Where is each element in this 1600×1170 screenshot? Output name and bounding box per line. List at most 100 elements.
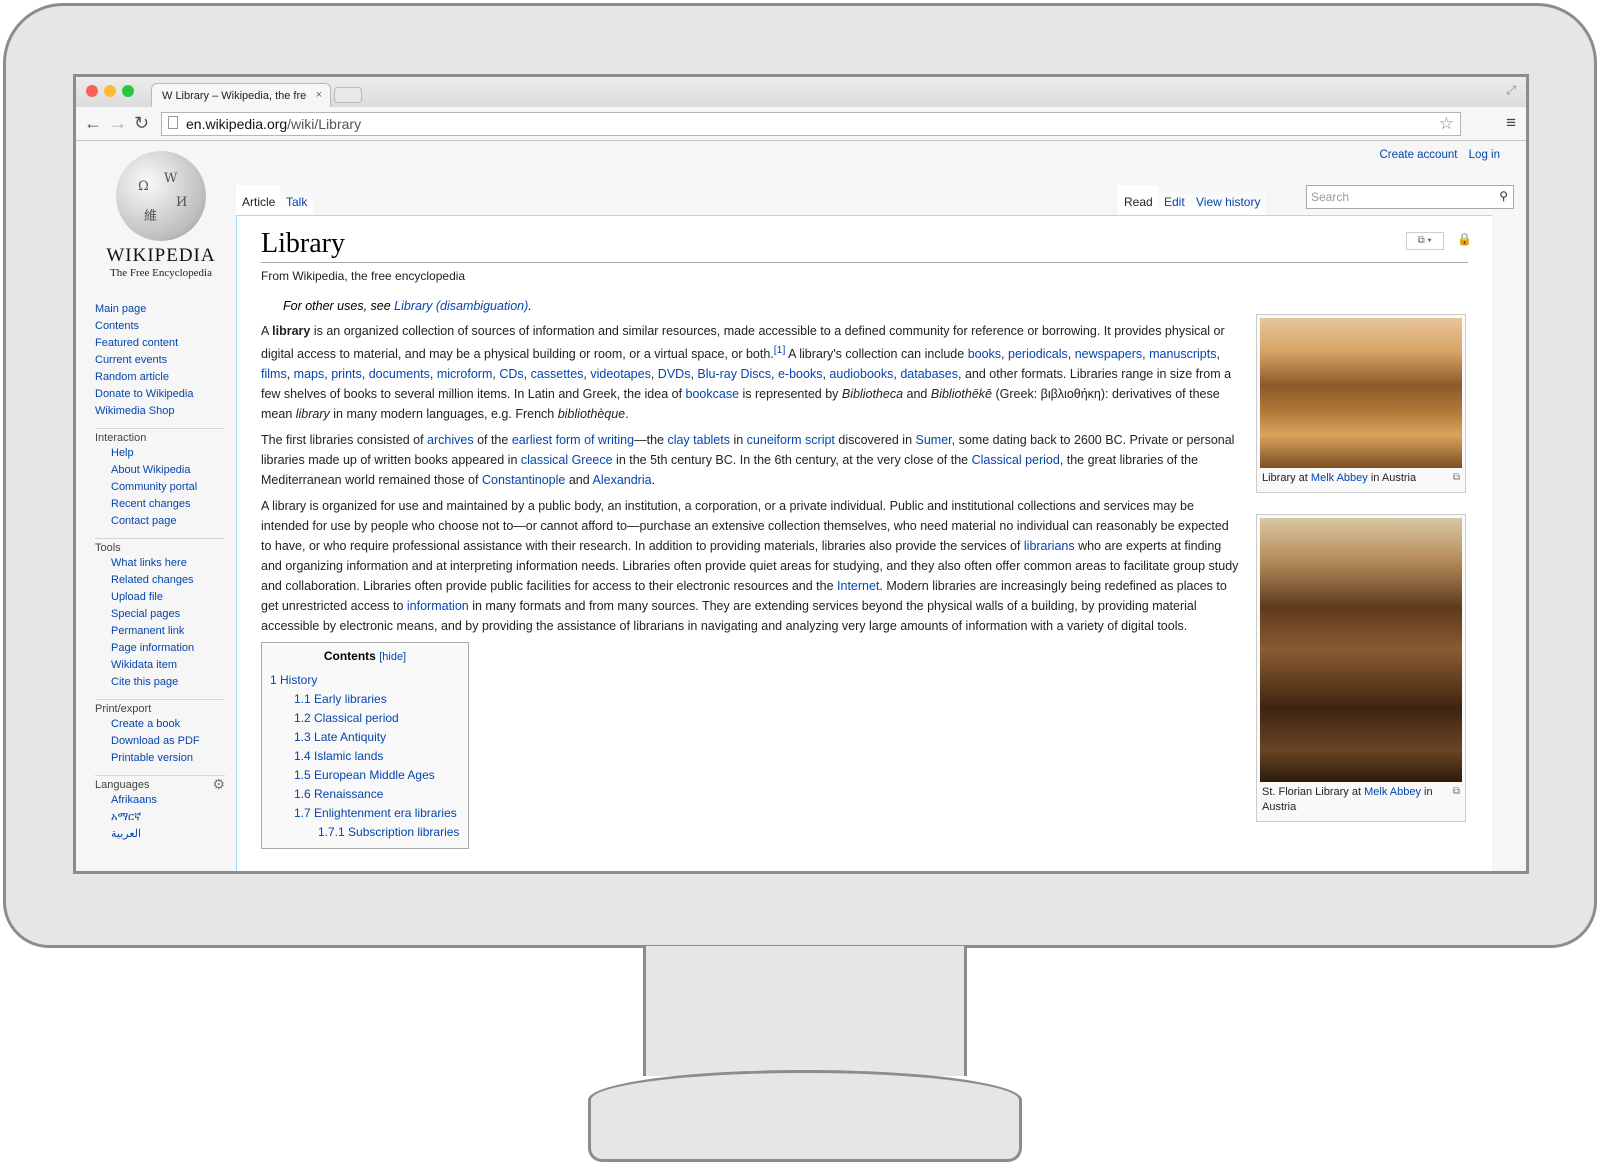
back-arrow-icon[interactable]: ← <box>84 113 102 134</box>
close-window-button[interactable] <box>86 85 98 97</box>
wordmark: WIKIPEDIA <box>106 245 216 266</box>
tab-close-icon[interactable]: × <box>316 89 322 101</box>
sidebar-item-community-portal[interactable]: Community portal <box>95 479 225 496</box>
toc-title-row: Contents [hide] <box>270 649 460 663</box>
toc-link[interactable]: 1.6 Renaissance <box>294 787 383 801</box>
caption-link[interactable]: Melk Abbey <box>1364 786 1421 798</box>
url-path: /wiki/Library <box>287 116 362 132</box>
library-photo[interactable] <box>1260 518 1462 782</box>
toc-item[interactable]: 1 History <box>270 671 460 690</box>
toc-title: Contents <box>323 649 376 664</box>
sidebar-item-recent-changes[interactable]: Recent changes <box>95 496 225 513</box>
address-bar[interactable]: en.wikipedia.org/wiki/Library ☆ <box>161 112 1461 136</box>
sidebar-item-about[interactable]: About Wikipedia <box>95 462 225 479</box>
sidebar-item-donate[interactable]: Donate to Wikipedia <box>95 386 225 403</box>
sidebar-item-special-pages[interactable]: Special pages <box>95 606 225 623</box>
toc-item[interactable]: 1.2 Classical period <box>270 709 460 728</box>
sidebar-item-wikidata-item[interactable]: Wikidata item <box>95 657 225 674</box>
languages-label: Languages <box>95 779 150 791</box>
log-in-link[interactable]: Log in <box>1469 149 1500 161</box>
browser-tab[interactable]: W Library – Wikipedia, the fre × <box>151 83 331 107</box>
toc-link[interactable]: 1 History <box>270 673 317 687</box>
protection-lock-icon: 🔒 <box>1457 232 1472 246</box>
fullscreen-icon[interactable]: ⤢ <box>1506 83 1516 98</box>
sidebar-item-current-events[interactable]: Current events <box>95 352 225 369</box>
caption-link[interactable]: Melk Abbey <box>1311 472 1368 484</box>
toc-link[interactable]: 1.2 Classical period <box>294 711 399 725</box>
library-photo[interactable] <box>1260 318 1462 468</box>
sidebar-item-help[interactable]: Help <box>95 445 225 462</box>
tab-edit[interactable]: Edit <box>1158 185 1191 215</box>
forward-arrow-icon[interactable]: → <box>109 113 127 134</box>
enlarge-icon[interactable]: ⧉ <box>1453 784 1460 799</box>
sidebar-item-random-article[interactable]: Random article <box>95 369 225 386</box>
tab-title: W Library – Wikipedia, the fre <box>162 90 307 102</box>
search-input[interactable]: Search ⚲ <box>1306 185 1514 209</box>
sidebar-item-language[interactable]: العربية <box>95 826 225 843</box>
new-tab-button[interactable] <box>334 87 362 103</box>
toc-link[interactable]: 1.3 Late Antiquity <box>294 730 386 744</box>
maximize-window-button[interactable] <box>122 85 134 97</box>
toc-item[interactable]: 1.7.1 Subscription libraries <box>270 823 460 842</box>
page-options-dropdown[interactable]: ⧉ ▾ <box>1405 232 1444 250</box>
sidebar-item-language[interactable]: አማርኛ <box>95 809 225 826</box>
reload-icon[interactable]: ↻ <box>134 113 149 134</box>
sidebar-item-main-page[interactable]: Main page <box>95 301 225 318</box>
hatnote: For other uses, see Library (disambiguat… <box>261 299 1468 313</box>
create-account-link[interactable]: Create account <box>1379 149 1457 161</box>
article-content: Library ⧉ ▾ 🔒 From Wikipedia, the free e… <box>236 215 1492 871</box>
sidebar-item-cite-this-page[interactable]: Cite this page <box>95 674 225 691</box>
toc-link[interactable]: 1.4 Islamic lands <box>294 749 383 763</box>
browser-toolbar: ← → ↻ en.wikipedia.org/wiki/Library ☆ ≡ <box>76 107 1526 141</box>
caption-text: St. Florian Library at <box>1262 786 1365 798</box>
disambiguation-link[interactable]: Library (disambiguation) <box>394 299 528 313</box>
sidebar-item-featured-content[interactable]: Featured content <box>95 335 225 352</box>
thumbnail-caption: St. Florian Library at Melk Abbey in Aus… <box>1260 782 1462 818</box>
bookmark-star-icon[interactable]: ☆ <box>1439 114 1454 134</box>
sidebar-item-page-information[interactable]: Page information <box>95 640 225 657</box>
sidebar-item-create-book[interactable]: Create a book <box>95 716 225 733</box>
toc-link[interactable]: 1.5 European Middle Ages <box>294 768 435 782</box>
toc-item[interactable]: 1.5 European Middle Ages <box>270 766 460 785</box>
toc-hide-link[interactable]: [hide] <box>379 651 406 663</box>
tab-read[interactable]: Read <box>1118 185 1159 215</box>
paragraph-organization: A library is organized for use and maint… <box>261 499 1239 634</box>
sidebar-item-contents[interactable]: Contents <box>95 318 225 335</box>
tab-article[interactable]: Article <box>236 185 282 215</box>
toc-link[interactable]: 1.1 Early libraries <box>294 692 387 706</box>
tab-view-history[interactable]: View history <box>1190 185 1267 215</box>
paragraph-first-libraries: The first libraries consisted of archive… <box>261 433 1235 488</box>
caption-text: Library at <box>1262 472 1311 484</box>
tab-talk[interactable]: Talk <box>280 185 314 215</box>
caption-text: in Austria <box>1367 472 1417 484</box>
sidebar-item-upload-file[interactable]: Upload file <box>95 589 225 606</box>
wikipedia-logo[interactable]: Ω W И 維 WIKIPEDIA The Free Encyclopedia <box>96 151 226 279</box>
enlarge-icon[interactable]: ⧉ <box>1453 470 1460 485</box>
gear-icon[interactable]: ⚙ <box>212 776 225 793</box>
toc-item[interactable]: 1.1 Early libraries <box>270 690 460 709</box>
toc-item[interactable]: 1.7 Enlightenment era libraries <box>270 804 460 823</box>
toc-link[interactable]: 1.7 Enlightenment era libraries <box>294 806 457 820</box>
thumbnail-st-florian: St. Florian Library at Melk Abbey in Aus… <box>1256 514 1466 822</box>
sidebar-item-printable-version[interactable]: Printable version <box>95 750 225 767</box>
toc-item[interactable]: 1.6 Renaissance <box>270 785 460 804</box>
toc-link[interactable]: 1.7.1 Subscription libraries <box>318 825 459 839</box>
sidebar-item-language[interactable]: Afrikaans <box>95 792 225 809</box>
toc-item[interactable]: 1.4 Islamic lands <box>270 747 460 766</box>
sidebar-item-what-links-here[interactable]: What links here <box>95 555 225 572</box>
sidebar-item-contact-page[interactable]: Contact page <box>95 513 225 530</box>
toc-item[interactable]: 1.3 Late Antiquity <box>270 728 460 747</box>
page-tools: ⧉ ▾ 🔒 <box>1405 232 1472 250</box>
table-of-contents: Contents [hide] 1 History 1.1 Early libr… <box>261 642 469 850</box>
browser-menu-icon[interactable]: ≡ <box>1506 113 1516 133</box>
paragraph-intro: A library is an organized collection of … <box>261 324 1232 422</box>
thumbnail-melk-abbey: Library at Melk Abbey in Austria ⧉ <box>1256 314 1466 493</box>
sidebar-item-permanent-link[interactable]: Permanent link <box>95 623 225 640</box>
sidebar-item-wikimedia-shop[interactable]: Wikimedia Shop <box>95 403 225 420</box>
sidebar-item-download-pdf[interactable]: Download as PDF <box>95 733 225 750</box>
minimize-window-button[interactable] <box>104 85 116 97</box>
personal-tools: Create account Log in <box>1371 149 1500 161</box>
sidebar-item-related-changes[interactable]: Related changes <box>95 572 225 589</box>
sidebar-heading-languages: Languages ⚙ <box>95 775 225 792</box>
search-icon[interactable]: ⚲ <box>1499 189 1508 203</box>
